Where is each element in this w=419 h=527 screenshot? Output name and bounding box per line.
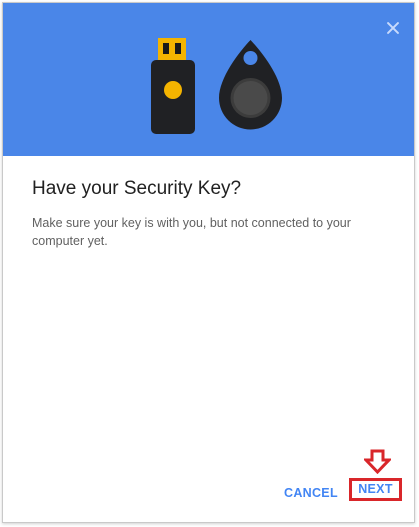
arrow-down-icon: [364, 449, 391, 474]
cancel-button[interactable]: CANCEL: [284, 486, 338, 500]
usb-security-key-icon: [151, 38, 195, 134]
bluetooth-security-key-icon: [219, 40, 282, 130]
next-button[interactable]: NEXT: [349, 478, 402, 501]
dialog-description: Make sure your key is with you, but not …: [32, 216, 351, 248]
dialog-header: [3, 3, 414, 156]
dialog-title: Have your Security Key?: [32, 178, 242, 199]
close-icon[interactable]: [382, 17, 404, 39]
security-key-dialog: Have your Security Key? Make sure your k…: [2, 2, 415, 523]
